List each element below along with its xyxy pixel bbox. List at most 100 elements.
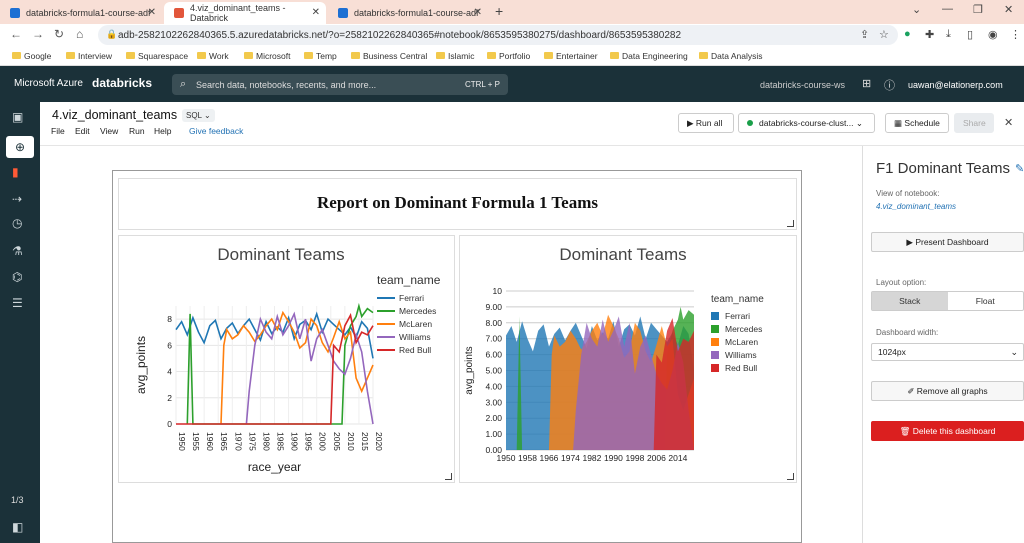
x-tick-label: 1966 xyxy=(540,453,559,463)
legend-entry: Mercedes xyxy=(399,306,436,316)
bookmark-google[interactable]: Google xyxy=(12,51,51,61)
browser-tab-2[interactable]: 4.viz_dominant_teams - Databrick ✕ xyxy=(164,2,326,24)
menu-view[interactable]: View xyxy=(100,126,118,136)
share-page-icon[interactable]: ⇪ xyxy=(860,28,869,41)
schedule-button[interactable]: ▦ Schedule xyxy=(885,113,949,133)
apps-grid-icon[interactable]: ⊞ xyxy=(862,77,871,90)
area-chart-widget[interactable]: Dominant Teams 0.00 1.00 2.00 3.00 4.00 5.00 6.… xyxy=(459,235,797,483)
notebook-title[interactable]: 4.viz_dominant_teams xyxy=(52,108,177,122)
layout-stack-button[interactable]: Stack xyxy=(872,292,948,310)
notebook-link[interactable]: 4.viz_dominant_teams xyxy=(876,202,956,211)
address-bar[interactable]: 🔒 adb-2582102262840365.5.azuredatabricks… xyxy=(98,25,898,45)
restore-icon[interactable]: ❐ xyxy=(973,3,983,16)
data-icon[interactable]: ⇢ xyxy=(12,192,22,206)
user-menu[interactable]: uawan@elationerp.com xyxy=(908,80,1003,90)
bookmark-microsoft[interactable]: Microsoft xyxy=(244,51,290,61)
y-tick-label: 10 xyxy=(493,286,503,296)
bookmark-data-analysis[interactable]: Data Analysis xyxy=(699,51,763,61)
sidebar-toggle-icon[interactable]: ▣ xyxy=(12,110,23,124)
workspace-icon[interactable]: ▮ xyxy=(12,165,19,179)
databricks-favicon-icon xyxy=(174,8,184,18)
run-all-button[interactable]: ▶ Run all xyxy=(678,113,734,133)
extension-g-icon[interactable]: ● xyxy=(904,28,911,40)
profile-avatar-icon[interactable]: ◉ xyxy=(988,28,998,41)
close-panel-icon[interactable]: ✕ xyxy=(1004,116,1013,129)
delete-dashboard-button[interactable]: 🗑 Delete this dashboard xyxy=(871,421,1024,441)
models-icon[interactable]: ⚗ xyxy=(12,244,23,258)
databricks-logo[interactable]: databricks xyxy=(92,76,152,90)
side-panel-icon[interactable]: ▯ xyxy=(967,28,973,41)
close-tab-icon[interactable]: ✕ xyxy=(312,7,320,18)
x-tick-label: 1960 xyxy=(205,432,215,451)
home-icon[interactable]: ⌂ xyxy=(76,27,83,41)
workspace-selector[interactable]: databricks-course-ws xyxy=(760,80,845,90)
width-value: 1024px xyxy=(878,347,906,357)
new-plus-icon[interactable]: ⊕ xyxy=(6,136,34,158)
layout-float-button[interactable]: Float xyxy=(948,292,1024,310)
menu-file[interactable]: File xyxy=(51,126,65,136)
bookmark-temp[interactable]: Temp xyxy=(304,51,337,61)
browser-toolbar: ← → ↻ ⌂ 🔒 adb-2582102262840365.5.azureda… xyxy=(0,24,1024,46)
y-tick-label: 2 xyxy=(167,393,172,403)
resize-handle-icon[interactable] xyxy=(445,473,452,480)
bookmark-star-icon[interactable]: ☆ xyxy=(879,28,889,41)
share-button[interactable]: Share xyxy=(954,113,994,133)
collapse-sidebar-icon[interactable]: ◧ xyxy=(12,520,23,534)
more-menu-icon[interactable]: ⋮ xyxy=(1010,28,1021,41)
close-window-icon[interactable]: ✕ xyxy=(1004,3,1013,16)
global-search-input[interactable]: ⌕ Search data, notebooks, recents, and m… xyxy=(172,74,508,95)
present-dashboard-button[interactable]: ▶ Present Dashboard xyxy=(871,232,1024,252)
browser-tab-1[interactable]: databricks-formula1-course-adf ✕ xyxy=(0,2,162,24)
cluster-status-icon xyxy=(747,120,753,126)
menu-edit[interactable]: Edit xyxy=(75,126,90,136)
remove-all-graphs-button[interactable]: ✐ Remove all graphs xyxy=(871,381,1024,401)
tab-title: databricks-formula1-course-adf xyxy=(354,8,479,18)
menu-run[interactable]: Run xyxy=(129,126,145,136)
bookmark-squarespace[interactable]: Squarespace xyxy=(126,51,188,61)
minimize-icon[interactable]: — xyxy=(942,3,953,15)
help-icon[interactable]: ⓘ xyxy=(884,77,895,93)
x-tick-label: 1990 xyxy=(604,453,623,463)
bookmark-data-engineering[interactable]: Data Engineering xyxy=(610,51,688,61)
y-axis-label: avg_points xyxy=(134,336,148,394)
y-tick-label: 6.00 xyxy=(485,350,502,360)
bookmark-portfolio[interactable]: Portfolio xyxy=(487,51,530,61)
resize-handle-icon[interactable] xyxy=(787,220,794,227)
give-feedback-link[interactable]: Give feedback xyxy=(189,126,243,136)
bookmark-business-central[interactable]: Business Central xyxy=(351,51,427,61)
line-chart-widget[interactable]: Dominant Teams 0 2 4 6 8 1950 1955 1960 1965 1970 1… xyxy=(118,235,455,483)
title-widget[interactable]: Report on Dominant Formula 1 Teams xyxy=(118,178,797,230)
close-tab-icon[interactable]: ✕ xyxy=(474,7,482,18)
new-tab-icon[interactable]: + xyxy=(495,3,503,19)
bookmark-islamic[interactable]: Islamic xyxy=(436,51,474,61)
forward-icon[interactable]: → xyxy=(32,27,44,41)
cluster-selector[interactable]: databricks-course-clust... ⌄ xyxy=(738,113,875,133)
download-icon[interactable]: ⤓ xyxy=(946,28,951,41)
close-tab-icon[interactable]: ✕ xyxy=(148,7,156,18)
back-icon[interactable]: ← xyxy=(10,27,22,41)
dashboard-name[interactable]: F1 Dominant Teams xyxy=(876,160,1010,177)
y-tick-label: 3.00 xyxy=(485,397,502,407)
menu-help[interactable]: Help xyxy=(154,126,171,136)
chevron-down-icon[interactable]: ⌄ xyxy=(912,3,921,16)
tab-title: databricks-formula1-course-adf xyxy=(26,8,151,18)
play-icon: ▶ xyxy=(906,237,916,247)
browser-tab-3[interactable]: databricks-formula1-course-adf ✕ xyxy=(328,2,488,24)
bookmark-interview[interactable]: Interview xyxy=(66,51,112,61)
remove-label: Remove all graphs xyxy=(916,386,988,396)
language-selector[interactable]: SQL ⌄ xyxy=(182,109,215,122)
browser-tab-strip: databricks-formula1-course-adf ✕ 4.viz_d… xyxy=(0,0,1024,24)
recents-clock-icon[interactable]: ◷ xyxy=(12,216,22,230)
extensions-puzzle-icon[interactable]: ✚ xyxy=(925,28,934,41)
compute-icon[interactable]: ⌬ xyxy=(12,270,22,284)
x-tick-label: 1998 xyxy=(625,453,644,463)
jobs-list-icon[interactable]: ☰ xyxy=(12,296,23,310)
legend-swatch xyxy=(711,351,719,359)
reload-icon[interactable]: ↻ xyxy=(54,27,64,41)
edit-pencil-icon[interactable]: ✎ xyxy=(1015,162,1024,175)
bookmark-entertainer[interactable]: Entertainer xyxy=(544,51,598,61)
dashboard-width-select[interactable]: 1024px ⌄ xyxy=(871,343,1024,361)
resize-handle-icon[interactable] xyxy=(787,473,794,480)
bookmark-work[interactable]: Work xyxy=(197,51,229,61)
y-tick-label: 7.00 xyxy=(485,334,502,344)
